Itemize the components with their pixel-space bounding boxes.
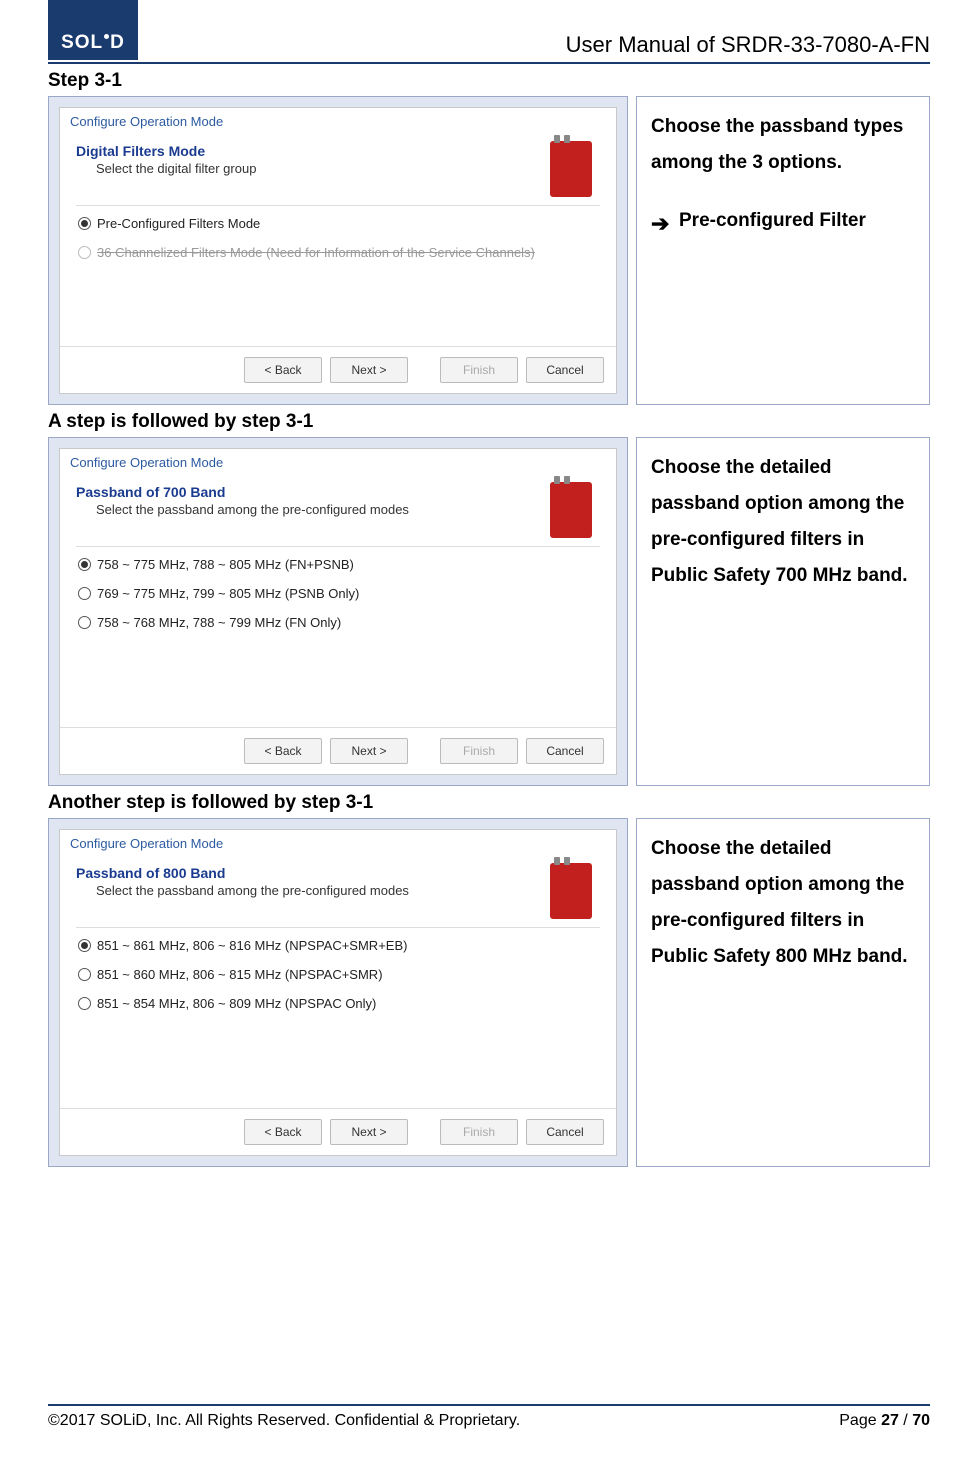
dialog-sub: Select the passband among the pre-config… — [96, 502, 409, 517]
dialog-heading: Passband of 700 Band — [76, 484, 409, 500]
finish-button: Finish — [440, 738, 518, 764]
dialog-top: Digital Filters Mode Select the digital … — [76, 137, 600, 206]
dialog-options: 758 ~ 775 MHz, 788 ~ 805 MHz (FN+PSNB) 7… — [76, 557, 600, 717]
step-row: Configure Operation Mode Passband of 800… — [48, 818, 930, 1167]
desc-text: Choose the detailed passband option amon… — [651, 450, 915, 594]
step-heading: Step 3-1 — [48, 70, 930, 92]
device-icon — [550, 482, 592, 538]
description-cell: Choose the detailed passband option amon… — [636, 818, 930, 1167]
dialog-configure-operation-mode: Configure Operation Mode Digital Filters… — [59, 107, 617, 394]
description-cell: Choose the passband types among the 3 op… — [636, 96, 930, 405]
radio-label: 851 ~ 861 MHz, 806 ~ 816 MHz (NPSPAC+SMR… — [97, 938, 407, 953]
doc-title: User Manual of SRDR-33-7080-A-FN — [566, 32, 930, 60]
desc-text: Choose the detailed passband option amon… — [651, 831, 915, 975]
radio-icon — [78, 246, 91, 259]
dialog-title: Configure Operation Mode — [60, 449, 616, 472]
dialog-sub: Select the passband among the pre-config… — [96, 883, 409, 898]
radio-option[interactable]: 851 ~ 861 MHz, 806 ~ 816 MHz (NPSPAC+SMR… — [78, 938, 600, 953]
radio-label: Pre-Configured Filters Mode — [97, 216, 260, 231]
next-button[interactable]: Next > — [330, 738, 408, 764]
dialog-buttons: < Back Next > Finish Cancel — [60, 346, 616, 393]
dialog-options: Pre-Configured Filters Mode 36 Channeliz… — [76, 216, 600, 336]
finish-button: Finish — [440, 1119, 518, 1145]
step-row: Configure Operation Mode Passband of 700… — [48, 437, 930, 786]
desc-arrow-item: Pre-configured Filter — [651, 203, 915, 239]
desc-text: Choose the passband types among the 3 op… — [651, 109, 915, 181]
radio-label: 758 ~ 775 MHz, 788 ~ 805 MHz (FN+PSNB) — [97, 557, 354, 572]
cancel-button[interactable]: Cancel — [526, 1119, 604, 1145]
radio-option[interactable]: 769 ~ 775 MHz, 799 ~ 805 MHz (PSNB Only) — [78, 586, 600, 601]
cancel-button[interactable]: Cancel — [526, 738, 604, 764]
dialog-configure-operation-mode: Configure Operation Mode Passband of 800… — [59, 829, 617, 1156]
back-button[interactable]: < Back — [244, 357, 322, 383]
dialog-heading: Digital Filters Mode — [76, 143, 256, 159]
back-button[interactable]: < Back — [244, 738, 322, 764]
radio-option[interactable]: 758 ~ 768 MHz, 788 ~ 799 MHz (FN Only) — [78, 615, 600, 630]
description-cell: Choose the detailed passband option amon… — [636, 437, 930, 786]
dialog-heading: Passband of 800 Band — [76, 865, 409, 881]
page-number: Page 27 / 70 — [839, 1412, 930, 1430]
radio-label: 769 ~ 775 MHz, 799 ~ 805 MHz (PSNB Only) — [97, 586, 359, 601]
radio-icon — [78, 587, 91, 600]
screenshot-cell: Configure Operation Mode Digital Filters… — [48, 96, 628, 405]
back-button[interactable]: < Back — [244, 1119, 322, 1145]
page: SOLD User Manual of SRDR-33-7080-A-FN St… — [0, 0, 978, 1458]
radio-option[interactable]: 851 ~ 854 MHz, 806 ~ 809 MHz (NPSPAC Onl… — [78, 996, 600, 1011]
dialog-buttons: < Back Next > Finish Cancel — [60, 1108, 616, 1155]
dialog-top: Passband of 800 Band Select the passband… — [76, 859, 600, 928]
radio-label: 758 ~ 768 MHz, 788 ~ 799 MHz (FN Only) — [97, 615, 341, 630]
dialog-sub: Select the digital filter group — [96, 161, 256, 176]
radio-icon — [78, 997, 91, 1010]
copyright-text: ©2017 SOLiD, Inc. All Rights Reserved. C… — [48, 1412, 520, 1430]
dialog-top: Passband of 700 Band Select the passband… — [76, 478, 600, 547]
radio-icon — [78, 217, 91, 230]
step-heading: Another step is followed by step 3-1 — [48, 792, 930, 814]
radio-label: 851 ~ 854 MHz, 806 ~ 809 MHz (NPSPAC Onl… — [97, 996, 376, 1011]
next-button[interactable]: Next > — [330, 1119, 408, 1145]
dialog-title: Configure Operation Mode — [60, 830, 616, 853]
solid-logo: SOLD — [48, 0, 138, 60]
dialog-buttons: < Back Next > Finish Cancel — [60, 727, 616, 774]
radio-icon — [78, 616, 91, 629]
radio-icon — [78, 939, 91, 952]
dialog-title: Configure Operation Mode — [60, 108, 616, 131]
radio-option: 36 Channelized Filters Mode (Need for In… — [78, 245, 600, 260]
finish-button: Finish — [440, 357, 518, 383]
radio-option[interactable]: 851 ~ 860 MHz, 806 ~ 815 MHz (NPSPAC+SMR… — [78, 967, 600, 982]
screenshot-cell: Configure Operation Mode Passband of 700… — [48, 437, 628, 786]
radio-label: 36 Channelized Filters Mode (Need for In… — [97, 245, 535, 260]
radio-option[interactable]: Pre-Configured Filters Mode — [78, 216, 600, 231]
radio-option[interactable]: 758 ~ 775 MHz, 788 ~ 805 MHz (FN+PSNB) — [78, 557, 600, 572]
radio-icon — [78, 558, 91, 571]
screenshot-cell: Configure Operation Mode Passband of 800… — [48, 818, 628, 1167]
dialog-options: 851 ~ 861 MHz, 806 ~ 816 MHz (NPSPAC+SMR… — [76, 938, 600, 1098]
dialog-configure-operation-mode: Configure Operation Mode Passband of 700… — [59, 448, 617, 775]
next-button[interactable]: Next > — [330, 357, 408, 383]
step-heading: A step is followed by step 3-1 — [48, 411, 930, 433]
radio-icon — [78, 968, 91, 981]
device-icon — [550, 141, 592, 197]
radio-label: 851 ~ 860 MHz, 806 ~ 815 MHz (NPSPAC+SMR… — [97, 967, 383, 982]
cancel-button[interactable]: Cancel — [526, 357, 604, 383]
step-row: Configure Operation Mode Digital Filters… — [48, 96, 930, 405]
page-header: SOLD User Manual of SRDR-33-7080-A-FN — [48, 0, 930, 64]
device-icon — [550, 863, 592, 919]
page-footer: ©2017 SOLiD, Inc. All Rights Reserved. C… — [48, 1404, 930, 1430]
